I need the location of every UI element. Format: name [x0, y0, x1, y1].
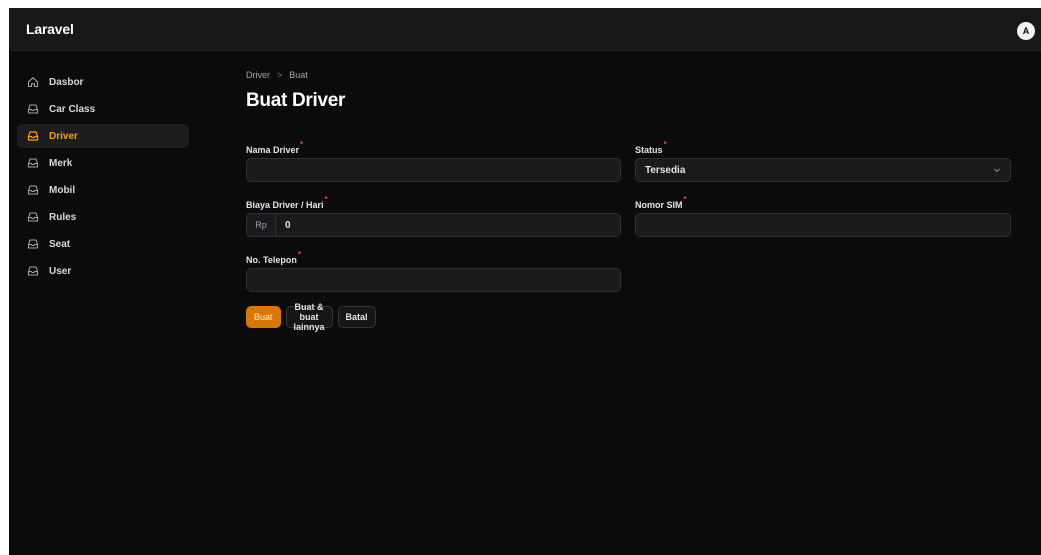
telepon-field: No. Telepon*: [246, 250, 621, 292]
breadcrumb-current: Buat: [289, 70, 308, 80]
sidebar-item-label: Mobil: [49, 184, 76, 196]
biaya-input[interactable]: [276, 214, 620, 236]
sidebar-item-mobil[interactable]: Mobil: [17, 178, 189, 202]
user-avatar[interactable]: A: [1017, 22, 1035, 40]
page-title: Buat Driver: [246, 90, 346, 111]
status-label: Status*: [635, 140, 667, 155]
nama-driver-input[interactable]: [247, 159, 620, 181]
sidebar-item-label: User: [49, 265, 72, 277]
required-mark: *: [324, 195, 328, 204]
brand-logo[interactable]: Laravel: [26, 21, 74, 37]
sidebar-item-car-class[interactable]: Car Class: [17, 97, 189, 121]
sidebar-item-driver[interactable]: Driver: [17, 124, 189, 148]
top-navbar: Laravel A: [9, 8, 1041, 51]
nomor-sim-label-text: Nomor SIM: [635, 200, 683, 210]
telepon-label-text: No. Telepon: [246, 255, 297, 265]
nomor-sim-field: Nomor SIM*: [635, 195, 1011, 237]
biaya-label-text: Biaya Driver / Hari: [246, 200, 324, 210]
status-label-text: Status: [635, 145, 663, 155]
sidebar-item-seat[interactable]: Seat: [17, 232, 189, 256]
sidebar-item-label: Driver: [49, 130, 78, 142]
inbox-icon: [27, 130, 39, 142]
biaya-label: Biaya Driver / Hari*: [246, 195, 328, 210]
create-another-button[interactable]: Buat & buat lainnya: [285, 302, 333, 332]
required-mark: *: [300, 140, 304, 149]
cancel-button[interactable]: Batal: [337, 306, 376, 328]
sidebar-item-label: Seat: [49, 238, 71, 250]
inbox-icon: [27, 103, 39, 115]
breadcrumb: Driver > Buat: [246, 70, 308, 80]
sidebar-item-rules[interactable]: Rules: [17, 205, 189, 229]
inbox-icon: [27, 265, 39, 277]
nama-driver-field: Nama Driver*: [246, 140, 621, 182]
sidebar-item-merk[interactable]: Merk: [17, 151, 189, 175]
nama-driver-input-wrapper: [246, 158, 621, 182]
sidebar-item-label: Rules: [49, 211, 77, 223]
status-select[interactable]: Tersedia: [635, 158, 1011, 182]
required-mark: *: [663, 140, 667, 149]
home-icon: [27, 76, 39, 88]
inbox-icon: [27, 184, 39, 196]
inbox-icon: [27, 157, 39, 169]
sidebar-item-label: Merk: [49, 157, 73, 169]
sidebar-item-dasbor[interactable]: Dasbor: [17, 70, 189, 94]
sidebar-item-user[interactable]: User: [17, 259, 189, 283]
nomor-sim-input[interactable]: [636, 214, 1010, 236]
form-actions: Buat Buat & buat lainnya Batal: [246, 302, 376, 332]
app-window: Laravel A Dasbor Car Class Driver Merk M…: [9, 8, 1041, 555]
biaya-input-wrapper: Rp: [246, 213, 621, 237]
inbox-icon: [27, 238, 39, 250]
required-mark: *: [297, 250, 301, 259]
currency-prefix: Rp: [247, 214, 276, 236]
breadcrumb-parent[interactable]: Driver: [246, 70, 270, 80]
required-mark: *: [683, 195, 687, 204]
sidebar-item-label: Car Class: [49, 103, 96, 115]
main-content: Driver > Buat Buat Driver Nama Driver* S…: [246, 70, 1011, 332]
create-button[interactable]: Buat: [246, 306, 281, 328]
nama-driver-label-text: Nama Driver: [246, 145, 300, 155]
breadcrumb-separator: >: [277, 70, 283, 80]
status-field: Status* Tersedia: [635, 140, 1011, 182]
inbox-icon: [27, 211, 39, 223]
telepon-input-wrapper: [246, 268, 621, 292]
nomor-sim-label: Nomor SIM*: [635, 195, 687, 210]
telepon-label: No. Telepon*: [246, 250, 301, 265]
nomor-sim-input-wrapper: [635, 213, 1011, 237]
chevron-down-icon: [993, 161, 1001, 179]
status-selected-value: Tersedia: [645, 164, 686, 176]
biaya-field: Biaya Driver / Hari* Rp: [246, 195, 621, 237]
telepon-input[interactable]: [247, 269, 620, 291]
sidebar-item-label: Dasbor: [49, 76, 84, 88]
sidebar: Dasbor Car Class Driver Merk Mobil Rules…: [17, 70, 189, 286]
nama-driver-label: Nama Driver*: [246, 140, 303, 155]
